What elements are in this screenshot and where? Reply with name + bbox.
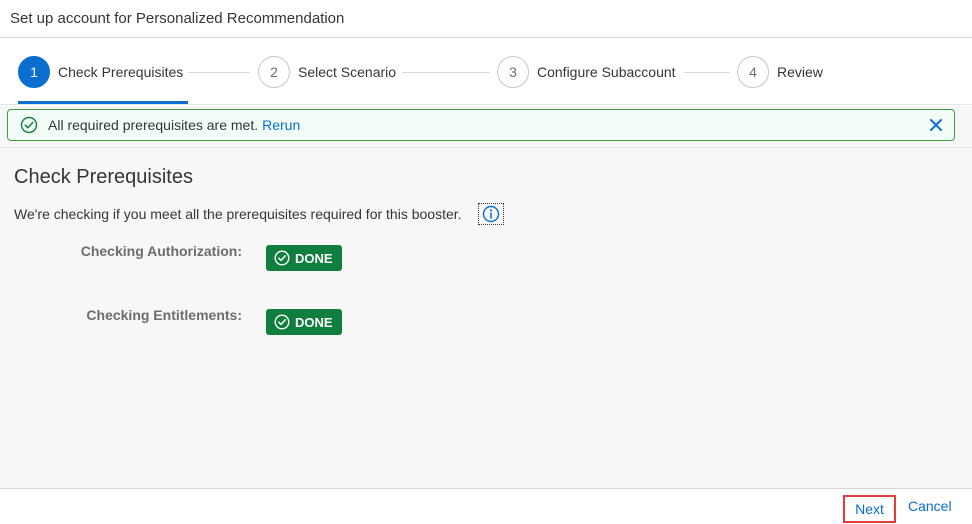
- step-connector: [188, 72, 250, 73]
- check-label-authorization: Checking Authorization:: [80, 243, 242, 259]
- cancel-button[interactable]: Cancel: [908, 498, 952, 514]
- wizard-step-review[interactable]: 4 Review: [737, 56, 823, 88]
- success-check-icon: [20, 116, 38, 134]
- close-icon[interactable]: [928, 117, 944, 133]
- step-label: Check Prerequisites: [58, 64, 184, 80]
- status-text: DONE: [295, 314, 333, 330]
- dialog-header: Set up account for Personalized Recommen…: [0, 0, 972, 38]
- step-label: Select Scenario: [298, 64, 397, 80]
- section-title: Check Prerequisites: [14, 166, 193, 188]
- status-text: DONE: [295, 250, 333, 266]
- done-check-icon: [274, 250, 290, 266]
- step-label: Review: [777, 64, 823, 80]
- next-button[interactable]: Next: [843, 495, 896, 523]
- done-check-icon: [274, 314, 290, 330]
- wizard-step-select-scenario[interactable]: 2 Select Scenario: [258, 56, 396, 88]
- section-description: We're checking if you meet all the prere…: [14, 203, 504, 225]
- success-message-strip: All required prerequisites are met. Reru…: [7, 109, 955, 141]
- check-label-entitlements: Checking Entitlements:: [86, 307, 242, 323]
- prerequisites-panel: Check Prerequisites We're checking if yo…: [0, 147, 972, 488]
- status-badge-authorization: DONE: [266, 245, 342, 271]
- status-badge-entitlements: DONE: [266, 309, 342, 335]
- step-connector: [684, 72, 730, 73]
- active-step-indicator: [18, 101, 188, 104]
- step-number: 4: [737, 56, 769, 88]
- dialog-title: Set up account for Personalized Recommen…: [10, 10, 345, 27]
- step-label: Configure Subaccount: [537, 64, 676, 80]
- dialog-footer: Next Cancel: [0, 488, 972, 524]
- wizard-progress: 1 Check Prerequisites 2 Select Scenario …: [0, 39, 972, 105]
- wizard-step-configure-subaccount[interactable]: 3 Configure Subaccount: [497, 56, 676, 88]
- wizard-step-check-prerequisites[interactable]: 1 Check Prerequisites: [18, 56, 183, 88]
- info-icon[interactable]: [477, 203, 504, 225]
- step-connector: [402, 72, 490, 73]
- step-number: 3: [497, 56, 529, 88]
- step-number: 2: [258, 56, 290, 88]
- rerun-link[interactable]: Rerun: [262, 117, 300, 133]
- step-number: 1: [18, 56, 50, 88]
- message-text: All required prerequisites are met.: [48, 117, 259, 133]
- description-text: We're checking if you meet all the prere…: [14, 206, 462, 222]
